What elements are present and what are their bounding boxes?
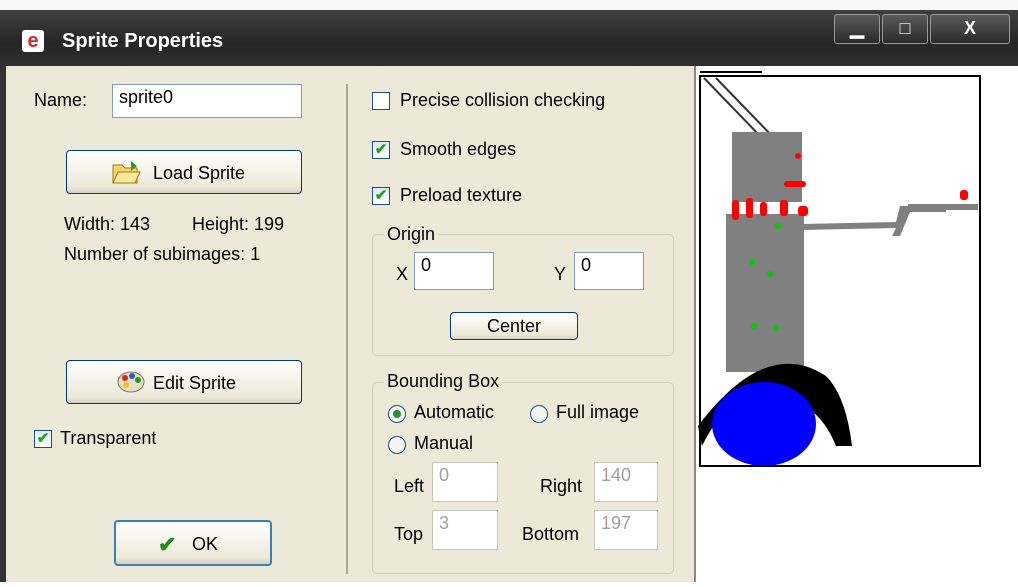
- load-sprite-button[interactable]: Load Sprite: [66, 150, 302, 194]
- ok-label: OK: [192, 534, 219, 554]
- name-input[interactable]: sprite0: [112, 84, 302, 118]
- precise-collision-checkbox[interactable]: [372, 92, 390, 110]
- bbox-left-input[interactable]: 0: [432, 462, 498, 502]
- ok-button[interactable]: ✔ OK: [114, 520, 272, 566]
- maximize-icon: □: [899, 18, 911, 38]
- close-icon: X: [963, 18, 976, 38]
- vertical-separator: [346, 84, 348, 574]
- height-text: Height: 199: [192, 214, 285, 234]
- bbox-right-label: Right: [540, 476, 583, 496]
- app-icon: e: [22, 30, 44, 52]
- sprite-image: [698, 71, 981, 467]
- subimages-text: Number of subimages: 1: [64, 244, 261, 264]
- origin-x-label: X: [396, 264, 409, 284]
- origin-y-input[interactable]: 0: [574, 252, 644, 290]
- bbox-right-input[interactable]: 140: [594, 462, 658, 502]
- window-border: [0, 66, 6, 582]
- preload-texture-checkbox[interactable]: ✔: [372, 187, 390, 205]
- transparent-label: Transparent: [60, 428, 157, 448]
- bbox-left-label: Left: [394, 476, 425, 496]
- full-image-label: Full image: [556, 402, 640, 422]
- manual-label: Manual: [414, 433, 474, 453]
- bbox-top-input[interactable]: 3: [432, 510, 498, 550]
- transparent-checkbox[interactable]: ✔: [34, 430, 52, 448]
- sprite-preview: [694, 66, 1018, 582]
- center-label: Center: [486, 316, 542, 336]
- automatic-label: Automatic: [414, 402, 495, 422]
- origin-y-label: Y: [554, 264, 567, 284]
- maximize-button[interactable]: □: [882, 14, 928, 44]
- minimize-icon: ▁: [850, 18, 864, 38]
- bbox-bottom-label: Bottom: [522, 524, 580, 544]
- window-title: Sprite Properties: [62, 30, 224, 52]
- width-text: Width: 143: [64, 214, 151, 234]
- edit-sprite-button[interactable]: Edit Sprite: [66, 360, 302, 404]
- minimize-button[interactable]: ▁: [834, 14, 880, 44]
- preload-texture-label: Preload texture: [400, 185, 523, 205]
- edit-sprite-label: Edit Sprite: [153, 373, 237, 393]
- smooth-edges-label: Smooth edges: [400, 139, 517, 159]
- smooth-edges-checkbox[interactable]: ✔: [372, 141, 390, 159]
- origin-x-input[interactable]: 0: [414, 252, 494, 290]
- bbox-top-label: Top: [394, 524, 424, 544]
- close-button[interactable]: X: [930, 14, 1010, 44]
- palette-icon: [117, 370, 145, 399]
- precise-collision-label: Precise collision checking: [400, 90, 606, 110]
- center-button[interactable]: Center: [450, 312, 578, 340]
- manual-radio[interactable]: [388, 436, 406, 454]
- origin-group-title: Origin: [384, 224, 439, 245]
- automatic-radio[interactable]: [388, 405, 406, 423]
- bounding-box-group-title: Bounding Box: [384, 371, 503, 392]
- full-image-radio[interactable]: [530, 405, 548, 423]
- folder-open-icon: [111, 159, 141, 190]
- checkmark-icon: ✔: [158, 532, 177, 557]
- load-sprite-label: Load Sprite: [153, 163, 246, 183]
- bbox-bottom-input[interactable]: 197: [594, 510, 658, 550]
- name-label: Name:: [34, 90, 88, 110]
